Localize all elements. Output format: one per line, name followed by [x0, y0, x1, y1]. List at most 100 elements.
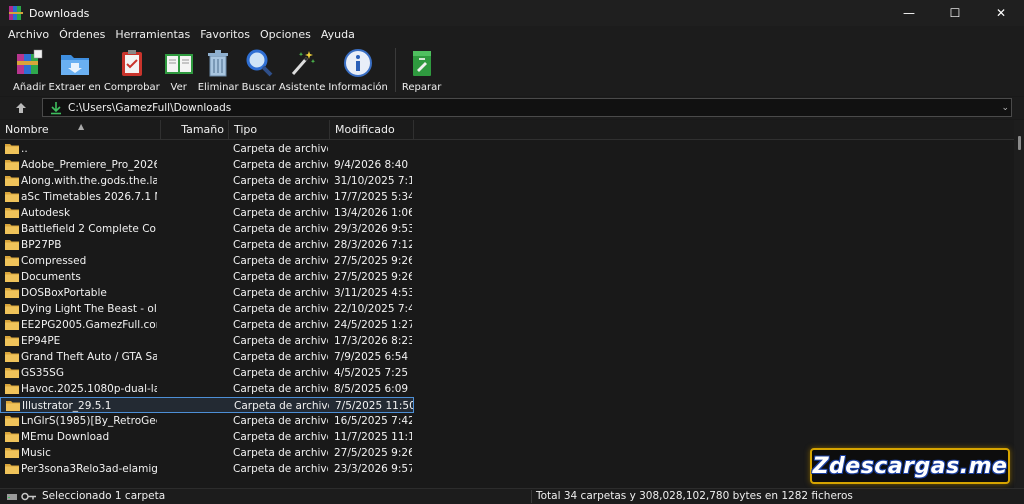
view-book-icon [163, 47, 195, 79]
file-type: Carpeta de archivos [233, 255, 328, 267]
test-label: Comprobar [103, 82, 160, 93]
folder-icon [5, 384, 19, 394]
maximize-icon: ☐ [949, 6, 961, 20]
close-button[interactable]: ✕ [978, 0, 1024, 26]
folder-icon [5, 464, 19, 474]
menu-favoritos[interactable]: Favoritos [195, 26, 255, 44]
file-row[interactable]: Dying Light The Beast - old ... Carpeta d… [0, 301, 414, 317]
file-row[interactable]: Illustrator_29.5.1 Carpeta de archivos 7/5… [0, 397, 414, 413]
file-row[interactable]: BP27PB Carpeta de archivos 28/3/2026 7:12.… [0, 237, 414, 253]
header-size[interactable]: Tamaño [161, 120, 229, 140]
minimize-button[interactable]: — [886, 0, 932, 26]
menu-herramientas[interactable]: Herramientas [110, 26, 195, 44]
title-bar: Downloads — ☐ ✕ [0, 0, 1024, 26]
file-row[interactable]: Music Carpeta de archivos 27/5/2025 9:26..… [0, 445, 414, 461]
add-button[interactable]: Añadir [13, 44, 46, 93]
menu-ordenes[interactable]: Órdenes [54, 26, 110, 44]
delete-label: Eliminar [197, 82, 239, 93]
file-modified: 17/7/2025 5:34... [334, 191, 412, 203]
file-row[interactable]: Autodesk Carpeta de archivos 13/4/2026 1:0… [0, 205, 414, 221]
scroll-thumb[interactable] [1018, 136, 1021, 150]
file-type: Carpeta de archivos [234, 400, 329, 412]
vertical-scrollbar[interactable] [1014, 120, 1024, 488]
test-button[interactable]: Comprobar [104, 44, 160, 93]
file-name: DOSBoxPortable [21, 287, 107, 299]
status-bar: Seleccionado 1 carpeta Total 34 carpetas… [0, 488, 1024, 504]
file-name: LnGlrS(1985)[By_RetroGeeks... [21, 415, 157, 427]
find-button[interactable]: Buscar [242, 44, 276, 93]
file-row[interactable]: LnGlrS(1985)[By_RetroGeeks... Carpeta de … [0, 413, 414, 429]
file-name: Compressed [21, 255, 87, 267]
extract-button[interactable]: Extraer en [49, 44, 101, 93]
file-name: .. [21, 143, 28, 155]
file-row[interactable]: Adobe_Premiere_Pro_2026_v... Carpeta de a… [0, 157, 414, 173]
winrar-app-icon [9, 6, 23, 20]
toolbar: Añadir Extraer en Comprobar Ver Eliminar… [0, 44, 1024, 96]
header-name[interactable]: Nombre ▲ [0, 120, 161, 140]
file-type: Carpeta de archivos [233, 415, 328, 427]
file-name: Illustrator_29.5.1 [22, 400, 112, 412]
chevron-down-icon[interactable]: ⌄ [1001, 99, 1009, 118]
header-modified[interactable]: Modificado [330, 120, 414, 140]
file-name: MEmu Download [21, 431, 110, 443]
file-row[interactable]: .. Carpeta de archivos [0, 141, 414, 157]
folder-icon [5, 320, 19, 330]
file-type: Carpeta de archivos [233, 319, 328, 331]
file-type: Carpeta de archivos [233, 191, 328, 203]
file-name: Havoc.2025.1080p-dual-lat-c... [21, 383, 157, 395]
watermark-text: Zdescargas.me [812, 453, 1008, 479]
folder-icon [5, 144, 19, 154]
file-type: Carpeta de archivos [233, 271, 328, 283]
file-name: BP27PB [21, 239, 62, 251]
file-row[interactable]: Per3sona3Relo3ad-elamigos Carpeta de arch… [0, 461, 414, 477]
maximize-button[interactable]: ☐ [932, 0, 978, 26]
file-type: Carpeta de archivos [233, 447, 328, 459]
header-type[interactable]: Tipo [229, 120, 330, 140]
menu-opciones[interactable]: Opciones [255, 26, 316, 44]
wizard-label: Asistente [278, 82, 326, 93]
view-button[interactable]: Ver [163, 44, 195, 93]
file-row[interactable]: aSc Timetables 2026.7.1 Mult... Carpeta d… [0, 189, 414, 205]
file-row[interactable]: Grand Theft Auto / GTA San ... Carpeta de… [0, 349, 414, 365]
up-folder-button[interactable] [10, 98, 32, 118]
file-name: Documents [21, 271, 81, 283]
menu-ayuda[interactable]: Ayuda [316, 26, 360, 44]
file-type: Carpeta de archivos [233, 463, 328, 475]
file-row[interactable]: Compressed Carpeta de archivos 27/5/2025 9… [0, 253, 414, 269]
file-row[interactable]: GS35SG Carpeta de archivos 4/5/2025 7:25 .… [0, 365, 414, 381]
file-row[interactable]: MEmu Download Carpeta de archivos 11/7/202… [0, 429, 414, 445]
wizard-button[interactable]: Asistente [278, 44, 326, 93]
folder-icon [5, 240, 19, 250]
info-button[interactable]: Información [328, 44, 388, 93]
folder-icon [5, 256, 19, 266]
delete-button[interactable]: Eliminar [198, 44, 239, 93]
menu-archivo[interactable]: Archivo [3, 26, 54, 44]
file-row[interactable]: Along.with.the.gods.the.last.... Carpeta … [0, 173, 414, 189]
file-name: EP94PE [21, 335, 61, 347]
file-type: Carpeta de archivos [233, 287, 328, 299]
address-field[interactable]: C:\Users\GamezFull\Downloads ⌄ [42, 98, 1012, 117]
add-archive-icon [13, 47, 45, 79]
minimize-icon: — [903, 6, 915, 20]
repair-label: Reparar [401, 82, 442, 93]
file-modified: 13/4/2026 1:06... [334, 207, 412, 219]
window-controls: — ☐ ✕ [886, 0, 1024, 26]
folder-icon [5, 176, 19, 186]
folder-icon [5, 208, 19, 218]
folder-icon [5, 432, 19, 442]
repair-button[interactable]: Reparar [402, 44, 441, 93]
file-name: Adobe_Premiere_Pro_2026_v... [21, 159, 157, 171]
info-label: Información [328, 82, 388, 93]
file-row[interactable]: Battlefield 2 Complete Colle... Carpeta d… [0, 221, 414, 237]
file-type: Carpeta de archivos [233, 143, 328, 155]
file-row[interactable]: DOSBoxPortable Carpeta de archivos 3/11/20… [0, 285, 414, 301]
status-selection: Seleccionado 1 carpeta [42, 490, 166, 502]
menu-bar: Archivo Órdenes Herramientas Favoritos O… [0, 26, 1024, 44]
file-row[interactable]: EE2PG2005.GamezFull.com Carpeta de archiv… [0, 317, 414, 333]
file-name: aSc Timetables 2026.7.1 Mult... [21, 191, 157, 203]
file-row[interactable]: EP94PE Carpeta de archivos 17/3/2026 8:23.… [0, 333, 414, 349]
repair-icon [406, 47, 438, 79]
file-modified: 22/10/2025 7:4... [334, 303, 412, 315]
file-row[interactable]: Documents Carpeta de archivos 27/5/2025 9:… [0, 269, 414, 285]
file-row[interactable]: Havoc.2025.1080p-dual-lat-c... Carpeta de… [0, 381, 414, 397]
